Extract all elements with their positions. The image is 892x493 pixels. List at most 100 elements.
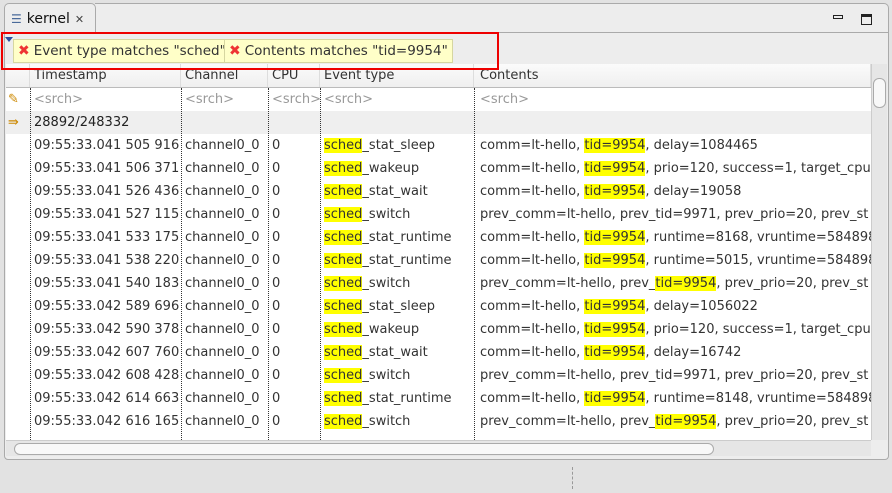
row-marker <box>6 157 30 180</box>
list-icon: ☰ <box>11 12 22 26</box>
scroll-thumb[interactable] <box>14 443 714 455</box>
cell-channel: channel0_0 <box>185 184 260 199</box>
table-row[interactable]: 09:55:33.041 527 115 channel0_0 0 sched_swi… <box>6 203 871 226</box>
match-highlight: sched <box>324 299 363 314</box>
cell-channel: channel0_0 <box>185 414 260 429</box>
horizontal-scrollbar[interactable] <box>6 440 871 456</box>
text: prev_comm=lt-hello, prev_tid=9971, prev_… <box>480 368 869 383</box>
text: comm=lt-hello, <box>480 322 585 337</box>
cell-timestamp: 09:55:33.041 506 371 <box>34 161 180 176</box>
cell-timestamp: 09:55:33.042 616 165 <box>34 414 180 429</box>
table-row[interactable]: 09:55:33.042 590 378 channel0_0 0 sched_wak… <box>6 318 871 341</box>
text: _wakeup <box>362 161 420 176</box>
search-input-channel[interactable]: <srch> <box>181 88 268 111</box>
sash-handle[interactable] <box>572 467 573 489</box>
maximize-button[interactable] <box>861 14 872 25</box>
cell-event-type: sched_switch <box>320 203 474 226</box>
table-row[interactable]: 09:55:33.042 589 696 channel0_0 0 sched_sta… <box>6 295 871 318</box>
table-row[interactable]: 09:55:33.041 540 183 channel0_0 0 sched_swi… <box>6 272 871 295</box>
cell-timestamp: 09:55:33.041 527 115 <box>34 207 180 222</box>
cell-event-type: sched_switch <box>320 272 474 295</box>
table-row[interactable]: 09:55:33.041 538 220 channel0_0 0 sched_sta… <box>6 249 871 272</box>
cell-cpu: 0 <box>272 368 281 383</box>
search-input-contents[interactable]: <srch> <box>474 88 871 111</box>
cell-contents: prev_comm=lt-hello, prev_tid=9954, prev_… <box>474 272 871 295</box>
text: _wakeup <box>362 322 420 337</box>
match-highlight: tid=9954 <box>655 414 717 429</box>
text: , prio=120, success=1, target_cpu= <box>645 161 871 176</box>
text: , prio=120, success=1, target_cpu= <box>645 322 871 337</box>
match-highlight: sched <box>324 345 363 360</box>
match-highlight: tid=9954 <box>584 322 646 337</box>
row-marker <box>6 341 30 364</box>
cell-channel: channel0_0 <box>185 138 260 153</box>
text: , delay=1084465 <box>645 138 758 153</box>
cell-timestamp: 09:55:33.042 607 760 <box>34 345 180 360</box>
cell-channel: channel0_0 <box>185 161 260 176</box>
cell-cpu: 0 <box>272 345 281 360</box>
cell-timestamp: 09:55:33.041 533 175 <box>34 230 180 245</box>
cell-contents: comm=lt-hello, tid=9954, delay=1084465 <box>474 134 871 157</box>
minimize-button[interactable] <box>833 15 843 19</box>
text: prev_comm=lt-hello, prev_ <box>480 414 656 429</box>
cell-cpu: 0 <box>272 414 281 429</box>
cell-event-type: sched_stat_runtime <box>320 249 474 272</box>
match-highlight: sched <box>324 207 363 222</box>
match-highlight: sched <box>324 230 363 245</box>
text: comm=lt-hello, <box>480 253 585 268</box>
search-icon: ✎ <box>8 92 19 107</box>
search-input-event-type[interactable]: <srch> <box>320 88 474 111</box>
filter-highlight-box <box>1 32 499 70</box>
text: comm=lt-hello, <box>480 184 585 199</box>
match-highlight: sched <box>324 276 363 291</box>
column-header-contents[interactable]: Contents <box>474 64 871 87</box>
search-input-timestamp[interactable]: <srch> <box>30 88 181 111</box>
search-input-cpu[interactable]: <srch> <box>268 88 320 111</box>
text: comm=lt-hello, <box>480 345 585 360</box>
table-row[interactable]: 09:55:33.042 614 663 channel0_0 0 sched_sta… <box>6 387 871 410</box>
vertical-scrollbar[interactable] <box>871 64 887 440</box>
view-toolbar <box>95 3 889 33</box>
cell-cpu: 0 <box>272 138 281 153</box>
filter-icon: ⇛ <box>8 115 19 130</box>
cell-contents: comm=lt-hello, tid=9954, prio=120, succe… <box>474 318 871 341</box>
text: _switch <box>362 207 411 222</box>
table-row[interactable]: 09:55:33.042 616 165 channel0_0 0 sched_swi… <box>6 410 871 433</box>
text: _stat_runtime <box>362 253 452 268</box>
search-row: ✎ <srch> <srch> <srch> <srch> <srch> <box>6 88 871 111</box>
table-row[interactable]: 09:55:33.042 608 428 channel0_0 0 sched_swi… <box>6 364 871 387</box>
table-row[interactable]: 09:55:33.041 526 436 channel0_0 0 sched_sta… <box>6 180 871 203</box>
row-marker <box>6 134 30 157</box>
table-row[interactable]: 09:55:33.041 505 916 channel0_0 0 sched_sta… <box>6 134 871 157</box>
row-marker <box>6 249 30 272</box>
table-row[interactable]: 09:55:33.042 607 760 channel0_0 0 sched_sta… <box>6 341 871 364</box>
close-icon[interactable]: ✕ <box>75 13 84 26</box>
match-highlight: tid=9954 <box>584 184 646 199</box>
row-marker <box>6 203 30 226</box>
row-marker <box>6 295 30 318</box>
cell-contents: prev_comm=lt-hello, prev_tid=9954, prev_… <box>474 410 871 433</box>
cell-cpu: 0 <box>272 391 281 406</box>
cell-contents: comm=lt-hello, tid=9954, delay=1056022 <box>474 295 871 318</box>
text: comm=lt-hello, <box>480 299 585 314</box>
match-highlight: sched <box>324 414 363 429</box>
cell-contents: comm=lt-hello, tid=9954, prio=120, succe… <box>474 157 871 180</box>
row-marker <box>6 410 30 433</box>
cell-cpu: 0 <box>272 299 281 314</box>
cell-channel: channel0_0 <box>185 345 260 360</box>
row-marker <box>6 364 30 387</box>
text: , runtime=5015, vruntime=5848981 <box>645 253 871 268</box>
cell-channel: channel0_0 <box>185 253 260 268</box>
text: , delay=16742 <box>645 345 742 360</box>
match-highlight: sched <box>324 161 363 176</box>
text: _switch <box>362 414 411 429</box>
cell-contents: prev_comm=lt-hello, prev_tid=9971, prev_… <box>474 203 871 226</box>
text: _switch <box>362 276 411 291</box>
event-count: 28892/248332 <box>34 115 130 130</box>
cell-event-type: sched_stat_runtime <box>320 226 474 249</box>
table-row[interactable]: 09:55:33.041 533 175 channel0_0 0 sched_sta… <box>6 226 871 249</box>
scroll-thumb[interactable] <box>873 78 886 108</box>
table-row[interactable]: 09:55:33.041 506 371 channel0_0 0 sched_wak… <box>6 157 871 180</box>
cell-channel: channel0_0 <box>185 391 260 406</box>
tab-kernel[interactable]: ☰ kernel ✕ <box>4 3 96 34</box>
